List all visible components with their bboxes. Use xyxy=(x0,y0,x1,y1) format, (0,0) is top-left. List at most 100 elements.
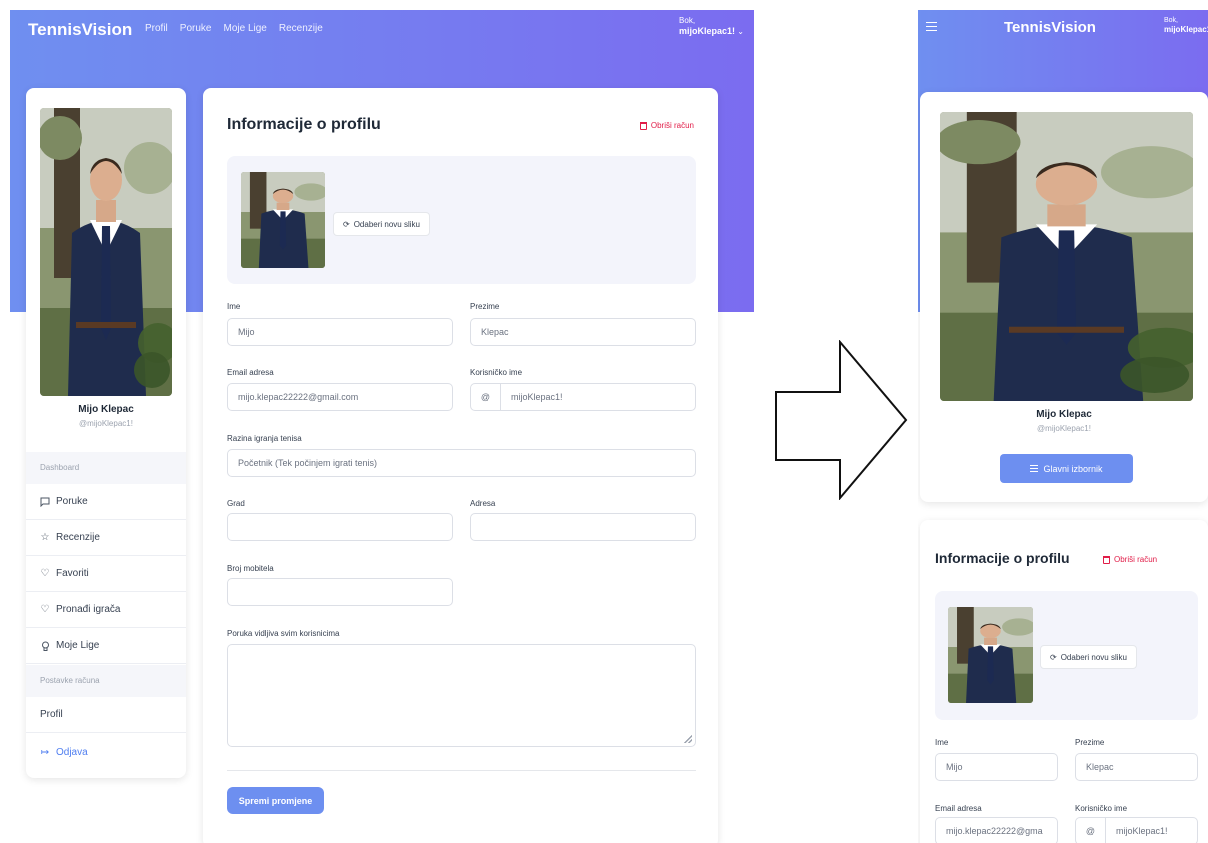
public-message-textarea[interactable] xyxy=(227,644,696,747)
star-icon: ☆ xyxy=(40,532,50,543)
sidebar-item-pronadi-igraca[interactable]: ♡ Pronađi igrača xyxy=(26,592,186,628)
brand-logo[interactable]: TennisVision xyxy=(28,20,132,40)
sidebar-item-label: Poruke xyxy=(56,496,88,507)
sidebar-item-recenzije[interactable]: ☆ Recenzije xyxy=(26,520,186,556)
heart-icon: ♡ xyxy=(40,568,50,579)
mobile-email-label: Email adresa xyxy=(935,804,982,813)
level-label: Razina igranja tenisa xyxy=(227,434,302,443)
mobile-username-field[interactable]: @ mijoKlepac1! xyxy=(1075,817,1198,843)
username-field[interactable]: @ mijoKlepac1! xyxy=(470,383,696,411)
profile-form-card: Informacije o profilu Obriši račun ⟳ Oda… xyxy=(203,88,718,843)
first-name-input[interactable]: Mijo xyxy=(227,318,453,346)
section-account: Postavke računa xyxy=(26,665,186,697)
user-name: mijoKlepac1! xyxy=(679,26,736,36)
logout-icon: ↦ xyxy=(40,746,50,758)
mobile-page-title: Informacije o profilu xyxy=(935,550,1070,566)
page-title: Informacije o profilu xyxy=(227,116,381,133)
mobile-last-name-label: Prezime xyxy=(1075,738,1105,747)
city-label: Grad xyxy=(227,499,245,508)
profile-photo-thumbnail xyxy=(241,172,325,268)
mobile-view: TennisVision Bok, mijoKlepac1 Mijo Klepa… xyxy=(918,10,1208,843)
first-name-label: Ime xyxy=(227,302,241,311)
resize-handle[interactable] xyxy=(684,735,692,743)
photo-upload-panel: ⟳ Odaberi novu sliku xyxy=(227,156,696,284)
nav-link-profil[interactable]: Profil xyxy=(145,23,168,34)
delete-account-button[interactable]: Obriši račun xyxy=(639,121,694,130)
last-name-input[interactable]: Klepac xyxy=(470,318,696,346)
mobile-profile-photo xyxy=(940,112,1193,401)
heart-icon: ♡ xyxy=(40,604,50,615)
sidebar-item-label: Profil xyxy=(40,709,63,720)
screenshot-stage: TennisVision Profil Poruke Moje Lige Rec… xyxy=(0,0,1208,843)
form-divider xyxy=(227,770,696,771)
choose-new-photo-button[interactable]: ⟳ Odaberi novu sliku xyxy=(333,212,430,236)
nav-link-recenzije[interactable]: Recenzije xyxy=(279,23,323,34)
mobile-email-field[interactable]: mijo.klepac22222@gma xyxy=(935,817,1058,843)
username-label: Korisničko ime xyxy=(470,368,523,377)
mobile-delete-account-label: Obriši račun xyxy=(1114,555,1158,564)
nav-link-poruke[interactable]: Poruke xyxy=(180,23,212,34)
sidebar-item-label: Recenzije xyxy=(56,532,100,543)
section-dashboard: Dashboard xyxy=(26,452,186,484)
sidebar-item-label: Pronađi igrača xyxy=(56,604,121,615)
email-label: Email adresa xyxy=(227,368,274,377)
mobile-username-label: Korisničko ime xyxy=(1075,804,1128,813)
address-label: Adresa xyxy=(470,499,496,508)
mobile-profile-form-card: Informacije o profilu Obriši račun ⟳ Oda… xyxy=(920,520,1208,843)
mobile-profile-card: Mijo Klepac @mijoKlepac1! Glavni izborni… xyxy=(920,92,1208,502)
mobile-photo-thumbnail xyxy=(948,607,1033,703)
desktop-view: TennisVision Profil Poruke Moje Lige Rec… xyxy=(10,10,754,843)
sidebar-item-favoriti[interactable]: ♡ Favoriti xyxy=(26,556,186,592)
logout-button[interactable]: ↦ Odjava xyxy=(26,734,186,770)
nav-link-moje-lige[interactable]: Moje Lige xyxy=(223,23,266,34)
mobile-delete-account-button[interactable]: Obriši račun xyxy=(1103,555,1157,564)
mobile-user-name: mijoKlepac1 xyxy=(1164,25,1208,34)
sidebar-item-poruke[interactable]: Poruke xyxy=(26,484,186,520)
phone-input[interactable] xyxy=(227,578,453,606)
sidebar-item-label: Moje Lige xyxy=(56,640,100,651)
level-select[interactable]: Početnik (Tek počinjem igrati tenis) xyxy=(227,449,696,477)
trash-icon xyxy=(1103,555,1110,564)
sidebar-item-profil[interactable]: Profil xyxy=(26,697,186,733)
profile-photo xyxy=(40,108,172,396)
username-value: mijoKlepac1! xyxy=(511,392,563,402)
message-icon xyxy=(40,497,50,507)
mobile-brand-logo[interactable]: TennisVision xyxy=(1004,19,1096,36)
at-prefix: @ xyxy=(1076,818,1106,843)
choose-new-photo-label: Odaberi novu sliku xyxy=(353,219,420,229)
trophy-icon xyxy=(40,641,50,651)
menu-icon xyxy=(1030,463,1039,474)
save-button[interactable]: Spremi promjene xyxy=(227,787,324,814)
mobile-choose-new-photo-button[interactable]: ⟳ Odaberi novu sliku xyxy=(1040,645,1137,669)
user-menu[interactable]: Bok, mijoKlepac1! ⌄ xyxy=(679,16,744,37)
address-input[interactable] xyxy=(470,513,696,541)
main-menu-label: Glavni izbornik xyxy=(1043,463,1103,474)
sidebar-item-label: Favoriti xyxy=(56,568,89,579)
at-prefix: @ xyxy=(471,384,501,410)
mobile-user-menu[interactable]: Bok, mijoKlepac1 xyxy=(1164,16,1208,35)
chevron-down-icon: ⌄ xyxy=(737,27,744,36)
message-label: Poruka vidljiva svim korisnicima xyxy=(227,629,340,638)
mobile-profile-name: Mijo Klepac xyxy=(1036,409,1092,420)
main-menu-button[interactable]: Glavni izbornik xyxy=(1000,454,1133,483)
hamburger-icon[interactable] xyxy=(926,22,937,34)
phone-label: Broj mobitela xyxy=(227,564,274,573)
mobile-user-greeting: Bok, xyxy=(1164,17,1179,24)
trash-icon xyxy=(639,121,647,130)
profile-name: Mijo Klepac xyxy=(78,404,134,415)
logout-label: Odjava xyxy=(56,746,88,758)
refresh-icon: ⟳ xyxy=(343,219,350,229)
mobile-first-name-input[interactable]: Mijo xyxy=(935,753,1058,781)
mobile-last-name-input[interactable]: Klepac xyxy=(1075,753,1198,781)
mobile-first-name-label: Ime xyxy=(935,738,949,747)
last-name-label: Prezime xyxy=(470,302,500,311)
transition-arrow-icon xyxy=(775,340,908,500)
top-nav: Profil Poruke Moje Lige Recenzije xyxy=(145,23,323,34)
mobile-photo-upload-panel: ⟳ Odaberi novu sliku xyxy=(935,591,1198,720)
user-greeting: Bok, xyxy=(679,16,696,25)
city-input[interactable] xyxy=(227,513,453,541)
sidebar-item-moje-lige[interactable]: Moje Lige xyxy=(26,628,186,664)
mobile-username-value: mijoKlepac1! xyxy=(1116,826,1168,836)
email-field[interactable]: mijo.klepac22222@gmail.com xyxy=(227,383,453,411)
delete-account-label: Obriši račun xyxy=(650,121,694,130)
